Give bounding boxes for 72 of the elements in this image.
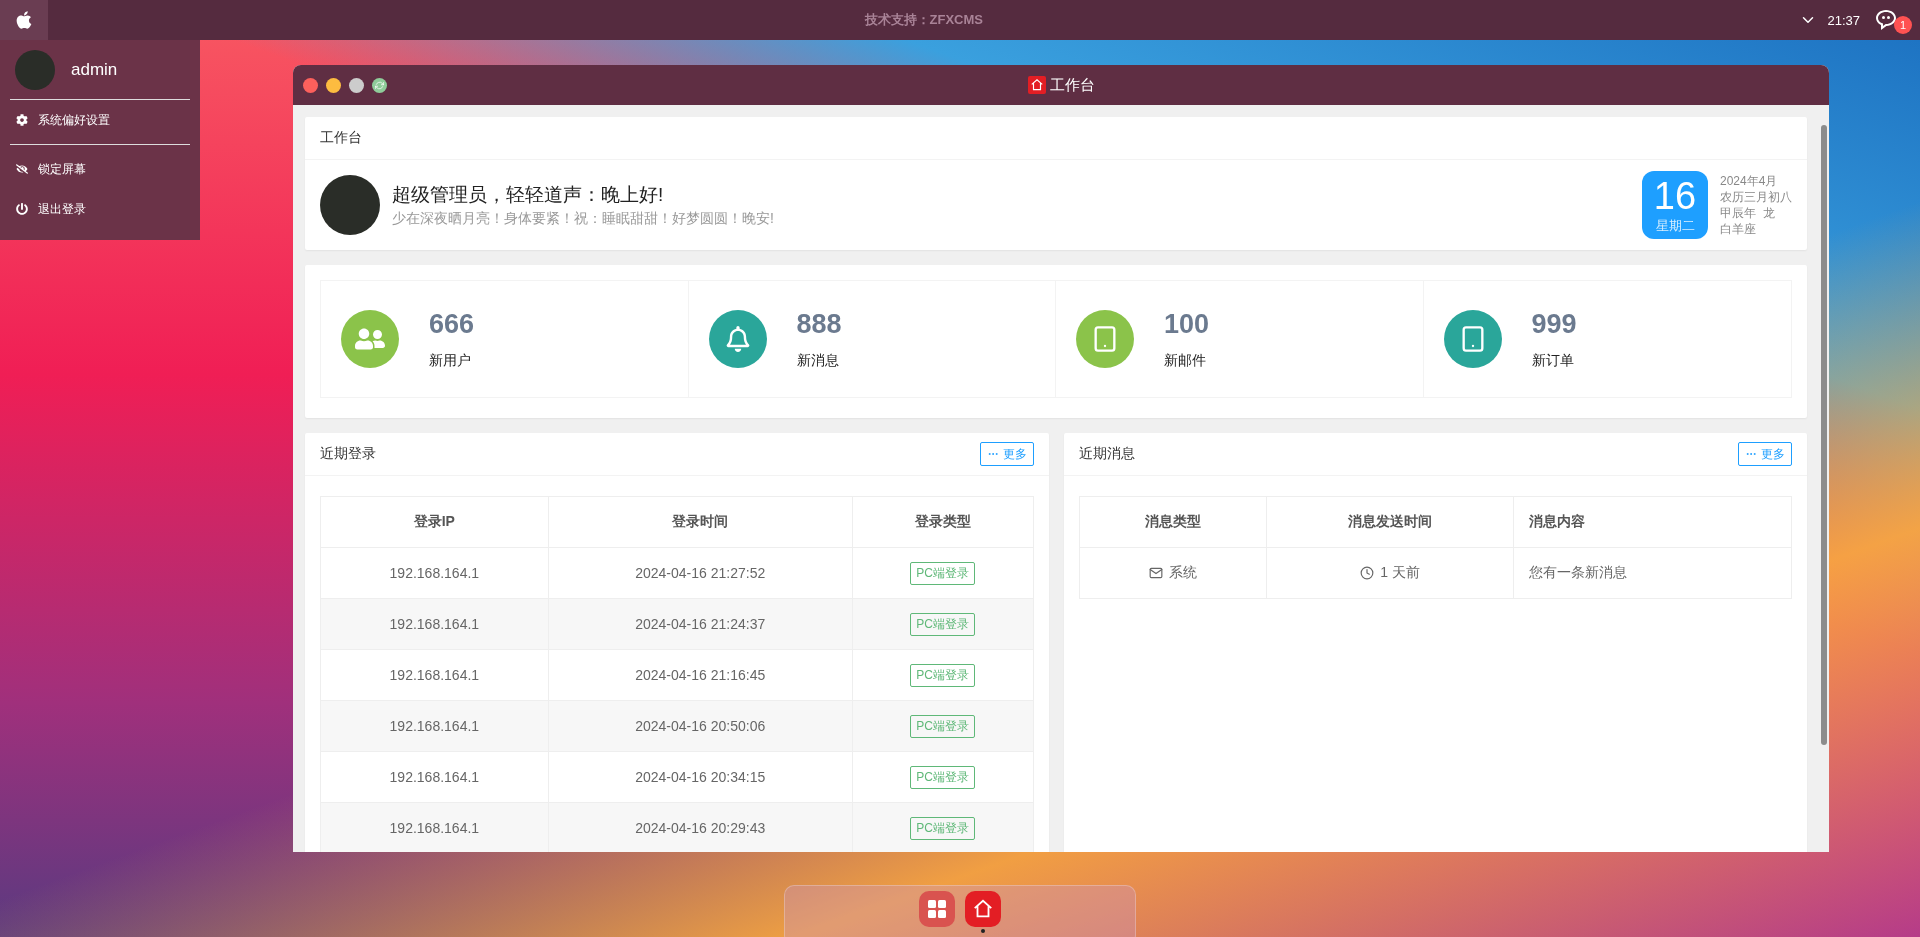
minimize-button[interactable]: [326, 77, 341, 93]
login-type-tag: PC端登录: [910, 714, 975, 738]
menu-item[interactable]: 系统偏好设置: [10, 100, 190, 140]
greeting-message: 少在深夜晒月亮！身体要紧！祝：睡眠甜甜！好梦圆圆！晚安!: [392, 210, 775, 228]
dock-app-button[interactable]: [919, 891, 955, 927]
username: admin: [71, 59, 118, 80]
date-info: 2024年4月: [1720, 173, 1779, 189]
table-cell: 192.168.164.1: [320, 751, 549, 803]
eye-slash-icon: [16, 163, 28, 175]
grid-icon: [928, 900, 946, 918]
login-type-tag: PC端登录: [910, 663, 975, 687]
window-title: 工作台: [1049, 75, 1095, 95]
refresh-button[interactable]: [372, 77, 387, 93]
column-header: 消息发送时间: [1266, 496, 1514, 548]
stat-value: 888: [796, 308, 842, 340]
date-info: 白羊座: [1720, 221, 1757, 237]
table-cell: 系统: [1168, 563, 1197, 582]
apple-menu-button[interactable]: [0, 0, 48, 40]
date-info: 甲辰年 龙: [1720, 205, 1776, 221]
column-header: 登录时间: [548, 496, 853, 548]
stat-label: 新邮件: [1164, 351, 1207, 370]
clock-time: 21:37: [1827, 12, 1860, 28]
clock-icon: [1360, 565, 1375, 580]
close-button[interactable]: [303, 77, 318, 93]
avatar: [15, 49, 55, 90]
menu-item[interactable]: 退出登录: [10, 189, 190, 229]
login-type-tag: PC端登录: [910, 561, 975, 585]
home-icon: [972, 898, 994, 920]
mail-icon: [1148, 565, 1163, 580]
table-cell: 1 天前: [1380, 563, 1420, 582]
maximize-button[interactable]: [349, 77, 364, 93]
date-info: 农历三月初八: [1720, 189, 1792, 205]
notification-badge: 1: [1894, 16, 1912, 34]
column-header: 消息类型: [1079, 496, 1267, 548]
stat-value: 100: [1164, 308, 1210, 340]
card-title: 近期登录: [320, 445, 376, 463]
stat-value: 999: [1531, 308, 1577, 340]
table-cell: 192.168.164.1: [320, 649, 549, 701]
table-cell: 192.168.164.1: [320, 700, 549, 752]
chat-button[interactable]: [1874, 8, 1898, 32]
avatar: [320, 175, 380, 235]
scrollbar-thumb[interactable]: [1821, 125, 1827, 745]
table-cell: 192.168.164.1: [320, 547, 549, 599]
stat-value: 666: [429, 308, 475, 340]
table-cell: 您有一条新消息: [1513, 547, 1792, 599]
column-header: 消息内容: [1513, 496, 1792, 548]
table-cell: 192.168.164.1: [320, 598, 549, 650]
stat-label: 新用户: [429, 351, 472, 370]
table-cell: 2024-04-16 21:24:37: [548, 598, 853, 650]
menu-item[interactable]: 锁定屏幕: [10, 149, 190, 189]
bell-icon: [724, 326, 751, 352]
login-type-tag: PC端登录: [910, 765, 975, 789]
login-type-tag: PC端登录: [910, 612, 975, 636]
power-icon: [16, 203, 28, 215]
login-type-tag: PC端登录: [910, 816, 975, 840]
stat-label: 新消息: [796, 351, 840, 370]
stat-label: 新订单: [1531, 351, 1575, 370]
settings-icon: [16, 114, 28, 126]
apple-icon: [14, 10, 34, 30]
greeting-text: 超级管理员，轻轻道声：晚上好!: [392, 183, 665, 207]
date-tile: 16 星期二: [1642, 171, 1708, 239]
table-cell: 2024-04-16 21:27:52: [548, 547, 853, 599]
card-title: 近期消息: [1078, 445, 1135, 463]
home-icon: [1027, 76, 1046, 94]
table-cell: 192.168.164.1: [320, 802, 549, 852]
card-title: 工作台: [320, 129, 362, 147]
column-header: 登录类型: [852, 496, 1033, 548]
table-cell: 2024-04-16 20:50:06: [548, 700, 853, 752]
column-header: 登录IP: [320, 496, 549, 548]
table-cell: 2024-04-16 21:16:45: [548, 649, 853, 701]
table-cell: 2024-04-16 20:34:15: [548, 751, 853, 803]
support-text: 技术支持：ZFXCMS: [863, 11, 984, 29]
